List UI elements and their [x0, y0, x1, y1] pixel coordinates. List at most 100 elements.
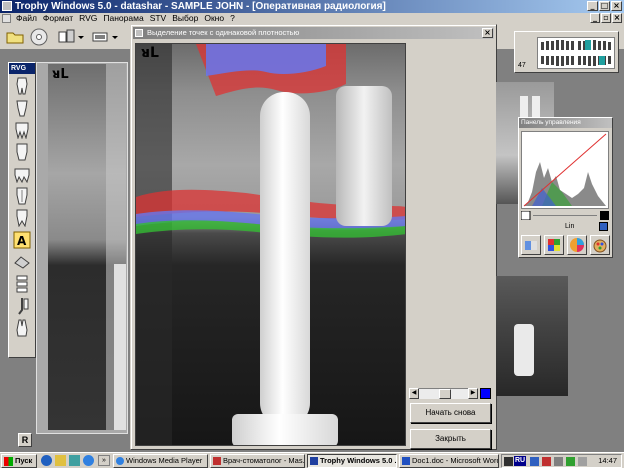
desktop-icon[interactable]: [69, 455, 80, 466]
taskbar: Пуск » Windows Media Player Врач-стомато…: [0, 452, 624, 468]
mdi-minimize-button[interactable]: _: [590, 13, 600, 23]
tooth-1-icon[interactable]: [12, 76, 32, 96]
slider-right-arrow[interactable]: ▶: [468, 388, 478, 399]
rvg-panel-title: RVG: [9, 63, 35, 74]
tooth-2-icon[interactable]: [12, 98, 32, 118]
outlook-icon[interactable]: [55, 455, 66, 466]
contrast-icon[interactable]: [521, 235, 541, 255]
tray-volume-icon[interactable]: [554, 457, 563, 466]
media-icon[interactable]: [83, 455, 94, 466]
cd-disk-icon[interactable]: [28, 27, 50, 47]
window-titlebar: Trophy Windows 5.0 - datashar - SAMPLE J…: [0, 0, 624, 13]
help-icon[interactable]: [599, 222, 608, 231]
menu-file[interactable]: Файл: [13, 13, 40, 24]
right-side-badge[interactable]: R: [18, 433, 32, 447]
task-word[interactable]: Doc1.doc - Microsoft Word: [399, 454, 499, 468]
tooth-lower-icon[interactable]: [12, 318, 32, 338]
marker-main: ᴚL: [141, 45, 159, 61]
tray-app-icon[interactable]: [504, 457, 513, 466]
quick-launch-more-icon[interactable]: »: [98, 455, 110, 466]
slider-left-arrow[interactable]: ◀: [409, 388, 419, 399]
word-icon: [402, 457, 410, 465]
color-wheel-icon[interactable]: [567, 235, 587, 255]
dialog-title: Выделение точек с одинаковой плотностью: [147, 28, 300, 37]
layout-icon[interactable]: [56, 27, 86, 47]
density-selection-dialog: Выделение точек с одинаковой плотностью …: [130, 24, 497, 450]
app-icon[interactable]: [2, 1, 12, 11]
task-label: Врач-стоматолог - Mas...: [223, 456, 305, 465]
slider-thumb[interactable]: [439, 389, 451, 399]
close-dialog-button[interactable]: Закрыть: [410, 429, 491, 449]
xray-thumbnail-right-bottom[interactable]: [496, 276, 568, 396]
start-button[interactable]: Пуск: [1, 454, 37, 468]
density-slider[interactable]: ◀ ▶: [409, 387, 491, 400]
task-label: Windows Media Player: [126, 456, 203, 465]
clock[interactable]: 14:47: [598, 455, 617, 467]
histogram[interactable]: [521, 131, 609, 209]
mode-label[interactable]: Lin: [565, 223, 574, 230]
tray-antivirus-icon[interactable]: [542, 457, 551, 466]
eraser-icon[interactable]: [12, 252, 32, 272]
control-panel-title: Панель управления: [519, 118, 612, 128]
rvg-tool-panel: RVG A: [8, 62, 36, 358]
menu-format[interactable]: Формат: [40, 13, 76, 24]
sensor-icon[interactable]: [90, 27, 120, 47]
histogram-range[interactable]: [520, 210, 609, 221]
start-label: Пуск: [15, 456, 33, 465]
window-title: Trophy Windows 5.0 - datashar - SAMPLE J…: [15, 1, 386, 12]
dialog-icon: [135, 29, 143, 37]
text-tool-icon[interactable]: A: [12, 230, 32, 250]
xray-main-image[interactable]: [135, 43, 406, 446]
mdi-close-button[interactable]: ×: [612, 13, 622, 23]
tooth-3-icon[interactable]: [12, 120, 32, 140]
xray-thumbnail-left[interactable]: [48, 64, 126, 430]
menu-select[interactable]: Выбор: [169, 13, 201, 24]
menu-window[interactable]: Окно: [201, 13, 227, 24]
tooth-5-icon[interactable]: [12, 164, 32, 184]
close-button[interactable]: ×: [611, 1, 622, 11]
folder-open-icon[interactable]: [4, 27, 26, 47]
windows-logo-icon: [4, 457, 13, 466]
stack-icon[interactable]: [12, 274, 32, 294]
highlight-color-swatch[interactable]: [480, 388, 491, 399]
language-indicator[interactable]: RU: [514, 456, 527, 466]
media-player-icon: [116, 457, 124, 465]
dialog-titlebar: Выделение точек с одинаковой плотностью: [133, 27, 494, 39]
svg-text:A: A: [17, 234, 27, 248]
paint-icon[interactable]: [590, 235, 610, 255]
system-tray: RU 14:47: [501, 454, 622, 468]
menu-rvg[interactable]: RVG: [76, 13, 100, 24]
tray-status-icon[interactable]: [566, 457, 575, 466]
menu-bar: Файл Формат RVG Панорама STV Выбор Окно …: [0, 13, 624, 24]
document-icon[interactable]: [2, 14, 11, 23]
task-media-player[interactable]: Windows Media Player: [113, 454, 208, 468]
slider-track[interactable]: [419, 388, 468, 399]
task-label: Doc1.doc - Microsoft Word: [412, 456, 499, 465]
control-panel: Панель управления Lin: [518, 117, 613, 258]
ie-icon[interactable]: [41, 455, 52, 466]
menu-stv[interactable]: STV: [147, 13, 170, 24]
minimize-button[interactable]: _: [587, 1, 598, 11]
odontogram-panel: 47: [514, 31, 619, 73]
probe-icon[interactable]: [12, 296, 32, 316]
dentist-app-icon: [213, 457, 221, 465]
task-label: Trophy Windows 5.0 ...: [320, 456, 397, 465]
tooth-count: 47: [518, 62, 526, 69]
dialog-close-icon[interactable]: ×: [482, 28, 493, 38]
tray-display-icon[interactable]: [578, 457, 587, 466]
tray-network-icon[interactable]: [530, 457, 539, 466]
tooth-6-icon[interactable]: [12, 186, 32, 206]
task-trophy[interactable]: Trophy Windows 5.0 ...: [307, 454, 397, 468]
palette-icon[interactable]: [544, 235, 564, 255]
maximize-button[interactable]: □: [599, 1, 610, 11]
restart-button[interactable]: Начать снова: [410, 403, 491, 423]
marker-left: ᴚL: [52, 67, 69, 82]
tooth-4-icon[interactable]: [12, 142, 32, 162]
menu-panorama[interactable]: Панорама: [100, 13, 146, 24]
mdi-restore-button[interactable]: ▫: [601, 13, 611, 23]
trophy-app-icon: [310, 457, 318, 465]
tooth-7-icon[interactable]: [12, 208, 32, 228]
task-dentist[interactable]: Врач-стоматолог - Mas...: [210, 454, 305, 468]
odontogram-chart[interactable]: [537, 37, 615, 69]
menu-help[interactable]: ?: [227, 13, 238, 24]
